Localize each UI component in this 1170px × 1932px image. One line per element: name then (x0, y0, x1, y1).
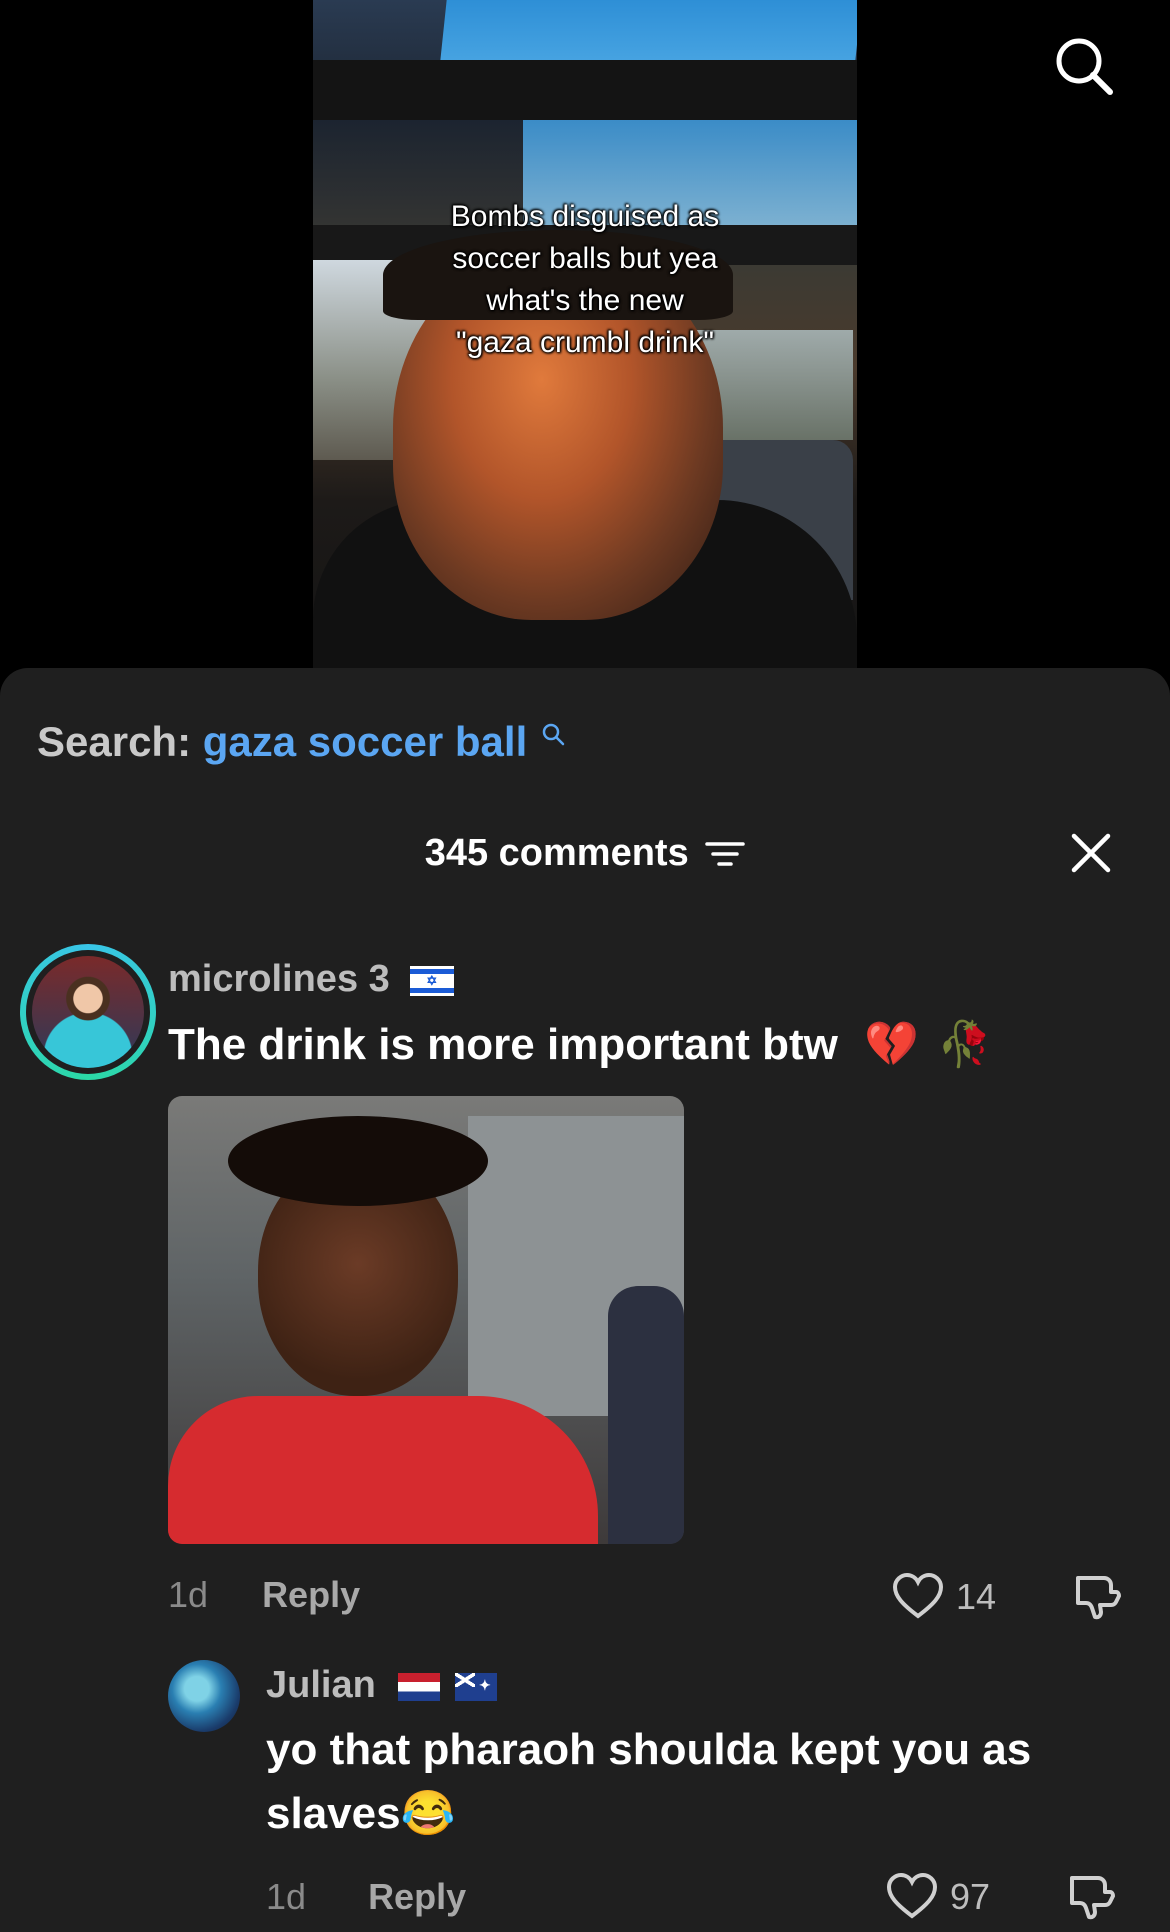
comment-username[interactable]: Julian (266, 1664, 497, 1707)
comment-body: yo that pharaoh shoulda kept you as slav… (266, 1725, 1032, 1838)
search-icon[interactable] (1052, 34, 1116, 98)
comment-age: 1d (266, 1876, 307, 1917)
video-caption: Bombs disguised as soccer balls but yea … (313, 196, 857, 364)
avatar-image (32, 956, 144, 1068)
heart-icon[interactable] (886, 1872, 938, 1920)
search-term-link[interactable]: gaza soccer ball (203, 718, 528, 765)
caption-line: what's the new (486, 284, 684, 317)
like-count: 14 (956, 1576, 997, 1617)
avatar[interactable] (168, 1660, 240, 1732)
comment-meta: 1d Reply (266, 1876, 466, 1918)
username-text: microlines 3 (168, 958, 390, 1000)
reply-button[interactable]: Reply (262, 1574, 360, 1615)
search-icon (542, 723, 565, 746)
dislike-icon[interactable] (1070, 1572, 1122, 1620)
like-count: 97 (950, 1876, 991, 1917)
wilted-flower-emoji: 🥀 (937, 1020, 992, 1069)
close-icon[interactable] (1068, 830, 1114, 876)
avatar[interactable] (20, 944, 156, 1080)
caption-line: soccer balls but yea (452, 242, 718, 275)
caption-line: "gaza crumbl drink" (455, 326, 715, 359)
gif-person-shirt (168, 1396, 598, 1544)
netherlands-flag-icon (398, 1672, 441, 1701)
related-search[interactable]: Search: gaza soccer ball (37, 718, 567, 766)
reply-button[interactable]: Reply (368, 1876, 466, 1917)
comment-text: The drink is more important btw 💔 🥀 (168, 1018, 992, 1070)
caption-line: Bombs disguised as (450, 200, 720, 233)
comment-username[interactable]: microlines 3 ✡ (168, 958, 455, 1001)
heart-icon[interactable] (892, 1572, 944, 1620)
australia-flag-icon (454, 1672, 497, 1701)
israel-flag-icon: ✡ (410, 965, 455, 996)
comment-gif[interactable] (168, 1096, 684, 1544)
username-text: Julian (266, 1664, 376, 1706)
comment-meta: 1d Reply (168, 1574, 360, 1616)
comment-text: yo that pharaoh shoulda kept you as slav… (266, 1718, 1126, 1846)
comment-body: The drink is more important btw (168, 1020, 838, 1069)
comment-age: 1d (168, 1574, 209, 1615)
broken-heart-emoji: 💔 (864, 1020, 919, 1069)
laughing-emoji: 😂 (400, 1789, 456, 1838)
filter-icon[interactable] (705, 840, 746, 870)
comments-count-header[interactable]: 345 comments (0, 832, 1170, 875)
comments-count: 345 comments (424, 832, 689, 874)
search-label: Search: (37, 718, 192, 765)
dislike-icon[interactable] (1064, 1872, 1116, 1920)
